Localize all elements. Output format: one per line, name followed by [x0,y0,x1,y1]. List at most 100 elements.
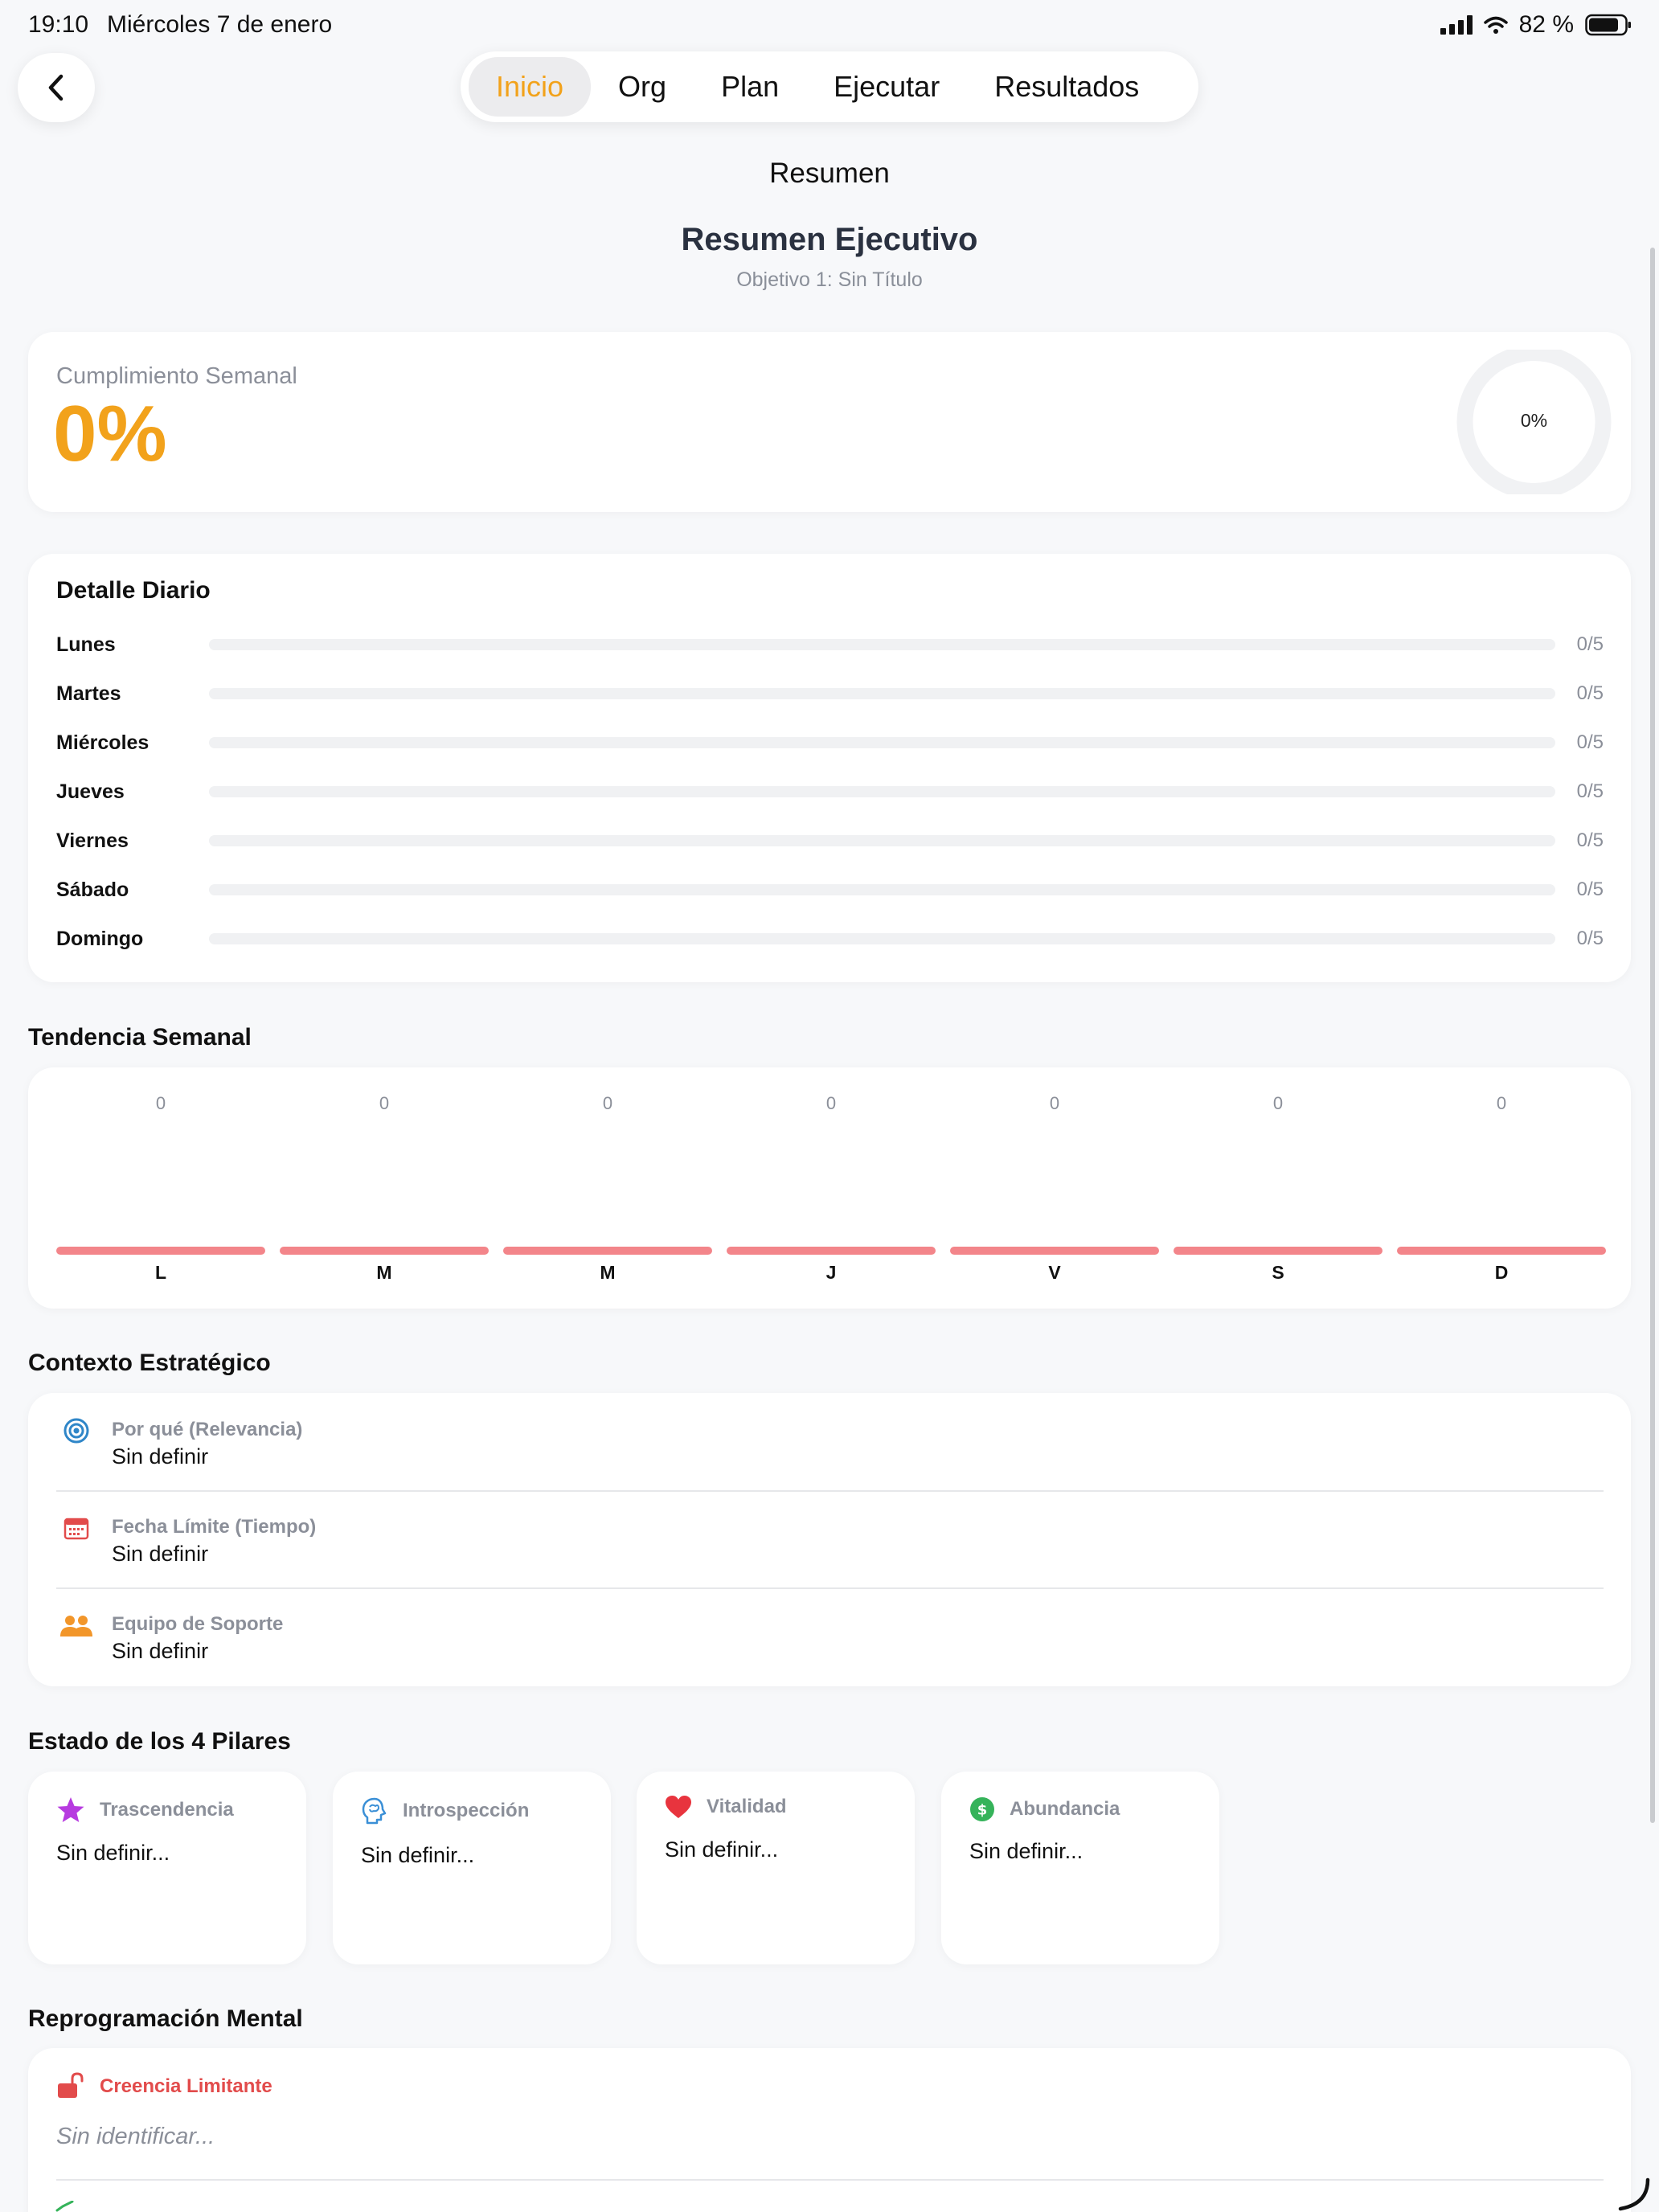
day-row-sabado: Sábado 0/5 [56,878,1604,902]
tab-resultados[interactable]: Resultados [967,57,1166,117]
trend-bar [503,1247,712,1255]
pillar-text: Sin definir... [361,1843,475,1867]
tab-ejecutar[interactable]: Ejecutar [806,57,967,117]
trend-bar [280,1247,489,1255]
pillar-header: Trascendencia [56,1796,234,1824]
trend-value-label: 0 [1496,1093,1507,1113]
trend-category-label: J [825,1262,837,1283]
tab-inicio[interactable]: Inicio [469,57,592,117]
weekly-compliance-value: 0% [53,389,167,477]
weekly-compliance-label: Cumplimiento Semanal [56,363,297,389]
day-progress-bar [209,737,1555,748]
battery-percent: 82 % [1518,11,1574,38]
limiting-belief-label: Creencia Limitante [100,2075,272,2097]
trend-category-label: D [1494,1262,1509,1283]
tab-org[interactable]: Org [591,57,694,117]
day-row-jueves: Jueves 0/5 [56,780,1604,804]
trend-value-label: 0 [1272,1093,1284,1113]
trend-bar [1174,1247,1382,1255]
pillar-header: Vitalidad [665,1795,787,1819]
limiting-belief-input[interactable]: Sin identificar... [56,2124,215,2150]
people-icon [58,1608,95,1645]
reprogramming-title: Reprogramación Mental [28,2005,303,2032]
day-row-miercoles: Miércoles 0/5 [56,731,1604,755]
heart-icon [666,1796,691,1818]
star-icon [57,1797,84,1822]
day-progress-bar [209,835,1555,846]
day-progress-bar [209,933,1555,944]
pillar-header: Introspección [361,1796,529,1825]
day-name: Domingo [56,927,144,950]
status-date: Miércoles 7 de enero [107,11,333,38]
pillar-text: Sin definir... [665,1837,779,1862]
chevron-left-icon [48,74,63,101]
tab-bar: Inicio Org Plan Ejecutar Resultados [461,51,1198,122]
reprogramming-card [28,2048,1631,2212]
context-title: Contexto Estratégico [28,1350,271,1376]
loading-spinner-icon [1618,2177,1650,2211]
context-value[interactable]: Sin definir [112,1542,208,1567]
brain-icon [362,1797,387,1825]
context-value[interactable]: Sin definir [112,1639,208,1664]
page-title: Resumen [769,158,890,189]
trend-value-label: 0 [379,1093,390,1113]
trend-value-label: 0 [1049,1093,1060,1113]
check-icon [55,2201,74,2212]
trend-value-label: 0 [602,1093,613,1113]
summary-subtitle: Objetivo 1: Sin Título [736,268,923,291]
trend-value-label: 0 [825,1093,837,1113]
trend-value-label: 0 [155,1093,166,1113]
day-row-viernes: Viernes 0/5 [56,829,1604,853]
tab-plan[interactable]: Plan [694,57,806,117]
summary-title: Resumen Ejecutivo [681,222,978,257]
calendar-icon [58,1509,95,1546]
trend-bar [727,1247,936,1255]
day-progress-bar [209,639,1555,650]
trend-category-label: V [1048,1262,1061,1283]
pillar-label: Trascendencia [100,1799,234,1821]
daily-detail-title: Detalle Diario [56,577,211,604]
trend-category-label: L [154,1262,167,1283]
trend-bar [1397,1247,1606,1255]
day-name: Lunes [56,633,116,656]
status-indicators: 82 % [1440,11,1632,39]
status-time: 19:10 [28,11,89,38]
context-label: Fecha Límite (Tiempo) [112,1516,317,1538]
pillar-label: Vitalidad [707,1796,787,1817]
back-button[interactable] [18,53,95,122]
divider [56,1490,1604,1492]
pillar-label: Introspección [403,1800,530,1821]
day-row-domingo: Domingo 0/5 [56,927,1604,951]
pillar-label: Abundancia [1010,1798,1120,1820]
day-name: Jueves [56,780,125,803]
day-name: Viernes [56,829,129,852]
trend-title: Tendencia Semanal [28,1024,252,1051]
scrollbar[interactable] [1650,248,1655,1823]
progress-ring-label: 0% [1520,410,1548,431]
divider [56,1587,1604,1589]
signal-icon [1440,15,1473,35]
day-count: 0/5 [1576,633,1604,655]
svg-text:$: $ [977,1802,988,1819]
context-label: Equipo de Soporte [112,1613,284,1635]
trend-bar [950,1247,1159,1255]
target-icon [58,1412,95,1449]
day-progress-bar [209,786,1555,797]
pillar-header: $ Abundancia [969,1796,1120,1822]
unlock-icon [58,2072,84,2098]
day-count: 0/5 [1576,731,1604,753]
day-name: Martes [56,682,121,705]
day-count: 0/5 [1576,682,1604,704]
day-count: 0/5 [1576,928,1604,949]
trend-category-label: M [600,1262,616,1283]
trend-category-label: S [1272,1262,1284,1283]
battery-icon [1585,14,1631,36]
pillars-title: Estado de los 4 Pilares [28,1728,291,1755]
trend-bar [56,1247,265,1255]
day-count: 0/5 [1576,879,1604,900]
day-count: 0/5 [1576,830,1604,851]
wifi-icon [1483,16,1508,34]
context-value[interactable]: Sin definir [112,1444,208,1469]
daily-detail-card [28,554,1631,982]
trend-category-label: M [376,1262,392,1283]
